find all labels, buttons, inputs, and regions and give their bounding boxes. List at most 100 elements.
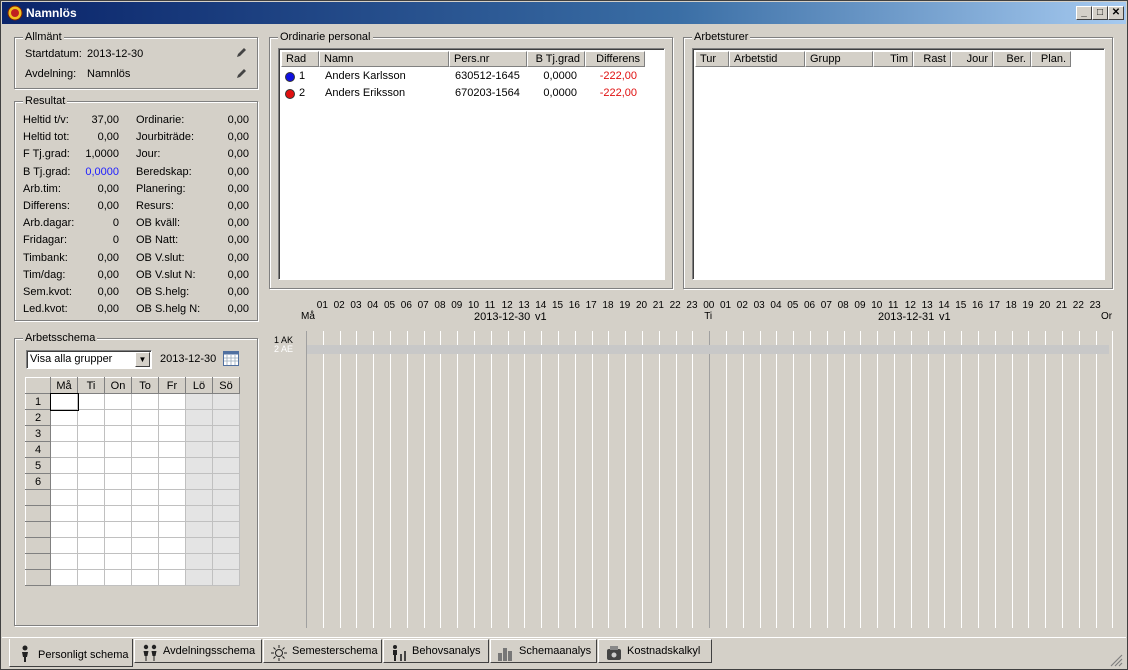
column-header[interactable]: Tur [695, 51, 729, 67]
schedule-cell[interactable] [158, 473, 186, 490]
schedule-cell[interactable] [77, 569, 105, 586]
schedule-cell[interactable] [212, 393, 240, 410]
schedule-cell[interactable] [77, 441, 105, 458]
close-button[interactable]: ✕ [1108, 6, 1124, 20]
schedule-cell[interactable] [185, 505, 213, 522]
schedule-cell[interactable] [50, 409, 78, 426]
schedule-cell[interactable] [131, 441, 159, 458]
week-row-header[interactable]: 2 [25, 409, 51, 426]
schedule-cell[interactable] [212, 521, 240, 538]
week-row-header[interactable]: 6 [25, 473, 51, 490]
schedule-cell[interactable] [212, 473, 240, 490]
schedule-cell[interactable] [185, 521, 213, 538]
person-diff[interactable]: -222,00 [579, 68, 637, 85]
schedule-cell[interactable] [77, 553, 105, 570]
schedule-cell[interactable] [104, 505, 132, 522]
schedule-cell[interactable] [185, 457, 213, 474]
schedule-cell[interactable] [131, 505, 159, 522]
week-row-header[interactable]: 3 [25, 425, 51, 442]
row-number[interactable]: 1 [299, 68, 305, 85]
ordinarie-listview[interactable]: Rad Namn Pers.nr B Tj.grad Differens 1 Anders … [278, 48, 665, 280]
week-row-header[interactable]: 5 [25, 457, 51, 474]
tab-schemaanalys[interactable]: Schemaanalys [490, 639, 597, 663]
schedule-cell[interactable] [212, 553, 240, 570]
schedule-cell[interactable] [212, 569, 240, 586]
schedule-cell[interactable] [185, 393, 213, 410]
calendar-icon[interactable] [223, 351, 239, 366]
week-row-header[interactable]: 1 [25, 393, 51, 410]
schedule-cell[interactable] [50, 553, 78, 570]
schedule-cell[interactable] [185, 425, 213, 442]
schedule-cell[interactable] [158, 393, 186, 410]
schedule-cell[interactable] [158, 569, 186, 586]
schedule-cell[interactable] [77, 409, 105, 426]
schedule-cell[interactable] [131, 553, 159, 570]
schedule-cell[interactable] [50, 537, 78, 554]
week-row-header[interactable] [25, 505, 51, 522]
schedule-cell[interactable] [185, 537, 213, 554]
schedule-cell[interactable] [131, 409, 159, 426]
schedule-cell[interactable] [50, 569, 78, 586]
column-header[interactable]: Differens [585, 51, 645, 67]
schedule-cell[interactable] [77, 521, 105, 538]
schedule-cell[interactable] [131, 393, 159, 410]
week-row-header[interactable] [25, 569, 51, 586]
schedule-cell[interactable] [212, 537, 240, 554]
schedule-cell[interactable] [50, 489, 78, 506]
week-row-header[interactable] [25, 553, 51, 570]
schedule-cell[interactable] [158, 505, 186, 522]
schedule-cell[interactable] [131, 489, 159, 506]
schedule-cell[interactable] [104, 553, 132, 570]
schedule-cell[interactable] [50, 473, 78, 490]
schedule-cell[interactable] [49, 392, 79, 411]
column-header[interactable]: Rad [281, 51, 319, 67]
schedule-cell[interactable] [212, 441, 240, 458]
schedule-cell[interactable] [131, 457, 159, 474]
schedule-cell[interactable] [212, 409, 240, 426]
arbetsturer-listview[interactable]: Tur Arbetstid Grupp Tim Rast Jour Ber. Plan. [692, 48, 1105, 280]
schedule-cell[interactable] [158, 457, 186, 474]
schedule-cell[interactable] [212, 489, 240, 506]
schedule-cell[interactable] [185, 409, 213, 426]
schedule-cell[interactable] [77, 505, 105, 522]
schedule-cell[interactable] [50, 441, 78, 458]
schedule-cell[interactable] [131, 537, 159, 554]
schedule-cell[interactable] [212, 505, 240, 522]
schedule-cell[interactable] [50, 505, 78, 522]
tab-personligt-schema[interactable]: Personligt schema [9, 639, 133, 667]
edit-avdelning-icon[interactable] [235, 68, 247, 80]
schedule-cell[interactable] [77, 537, 105, 554]
schedule-cell[interactable] [104, 521, 132, 538]
person-number[interactable]: 670203-1564 [455, 85, 520, 102]
column-header[interactable]: Ber. [993, 51, 1031, 67]
schedule-cell[interactable] [185, 553, 213, 570]
tab-semesterschema[interactable]: Semesterschema [263, 639, 382, 663]
schedule-cell[interactable] [77, 393, 105, 410]
week-row-header[interactable] [25, 537, 51, 554]
schedule-cell[interactable] [158, 441, 186, 458]
resize-grip-icon[interactable] [1109, 653, 1123, 667]
week-row-header[interactable] [25, 521, 51, 538]
schedule-cell[interactable] [212, 457, 240, 474]
timeline-plot[interactable] [306, 331, 1114, 628]
schedule-cell[interactable] [104, 425, 132, 442]
person-number[interactable]: 630512-1645 [455, 68, 520, 85]
schedule-cell[interactable] [185, 569, 213, 586]
person-btj[interactable]: 0,0000 [527, 68, 577, 85]
schedule-cell[interactable] [50, 425, 78, 442]
schedule-cell[interactable] [185, 441, 213, 458]
chevron-down-icon[interactable]: ▼ [135, 352, 150, 367]
schedule-cell[interactable] [77, 457, 105, 474]
tab-avdelningsschema[interactable]: Avdelningsschema [134, 639, 262, 663]
schedule-cell[interactable] [158, 489, 186, 506]
edit-startdatum-icon[interactable] [235, 47, 247, 59]
schedule-cell[interactable] [131, 521, 159, 538]
schedule-cell[interactable] [104, 489, 132, 506]
week-row-header[interactable] [25, 489, 51, 506]
schedule-cell[interactable] [104, 441, 132, 458]
column-header[interactable]: Rast [913, 51, 951, 67]
column-header[interactable]: Pers.nr [449, 51, 527, 67]
maximize-button[interactable]: □ [1092, 6, 1108, 20]
schedule-cell[interactable] [158, 553, 186, 570]
person-name[interactable]: Anders Karlsson [325, 68, 406, 85]
